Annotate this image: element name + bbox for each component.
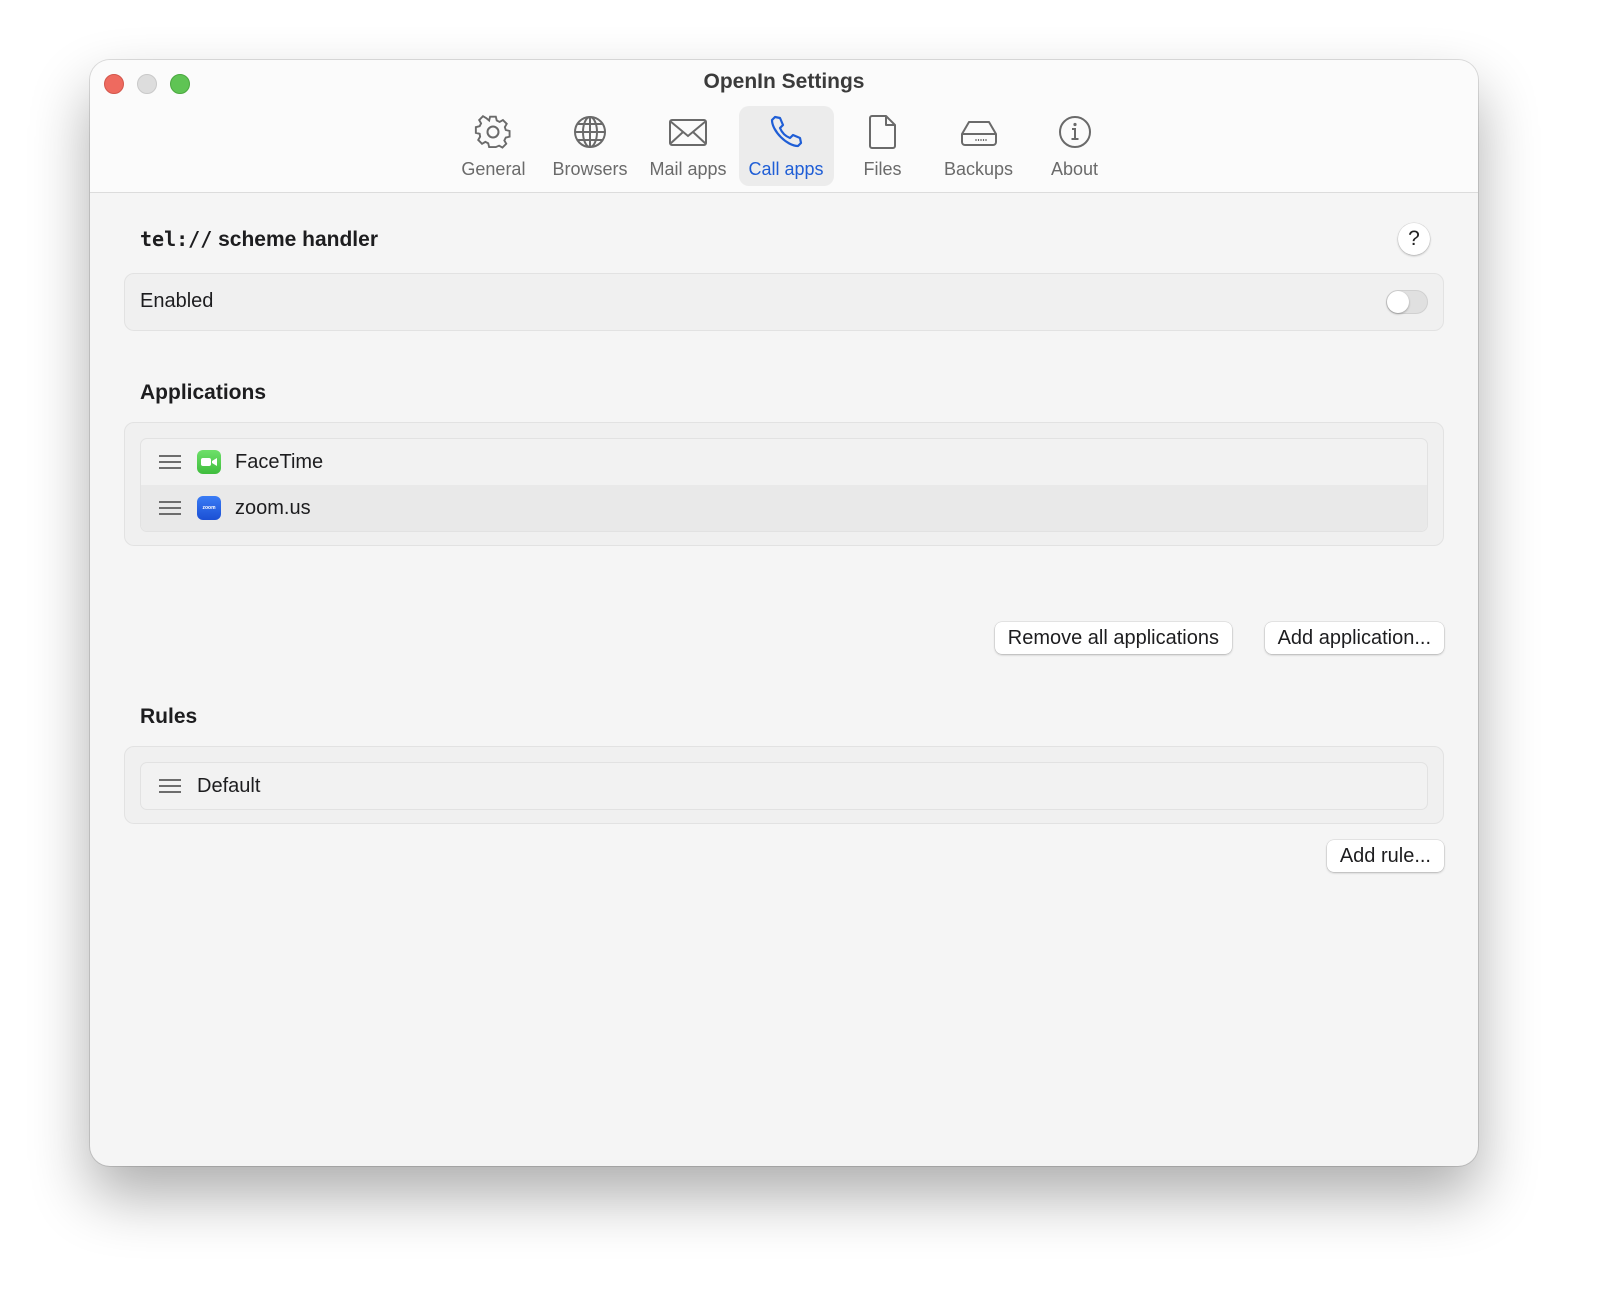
list-item[interactable]: zoom zoom.us	[141, 485, 1427, 531]
tab-backups[interactable]: Backups	[932, 106, 1026, 186]
tab-label: Call apps	[748, 159, 824, 179]
tab-general[interactable]: General	[446, 106, 540, 186]
tab-browsers[interactable]: Browsers	[542, 106, 637, 186]
tab-label: Backups	[944, 159, 1014, 179]
scheme-label: tel://	[140, 227, 213, 251]
tab-call-apps[interactable]: Call apps	[738, 106, 834, 186]
enabled-label: Enabled	[140, 290, 214, 312]
app-name: zoom.us	[235, 496, 311, 519]
list-item[interactable]: Default	[141, 763, 1427, 809]
rules-title: Rules	[140, 705, 198, 728]
applications-group: FaceTime zoom zoom.us	[124, 422, 1444, 546]
app-name: FaceTime	[235, 450, 324, 473]
tab-label: General	[461, 159, 526, 179]
rules-list: Default	[140, 762, 1428, 810]
handler-title: tel:// scheme handler	[140, 227, 378, 252]
call-apps-pane: tel:// scheme handler ? Enabled Applicat…	[90, 193, 1478, 1166]
zoom-icon: zoom	[197, 496, 221, 520]
drag-handle-icon[interactable]	[159, 779, 181, 793]
applications-list: FaceTime zoom zoom.us	[140, 438, 1428, 532]
tab-label: Files	[863, 159, 902, 179]
globe-icon	[570, 112, 610, 157]
help-button[interactable]: ?	[1398, 223, 1430, 255]
rules-group: Default	[124, 746, 1444, 824]
settings-tabs: General Browsers Mail apps Call apps Fil…	[90, 106, 1478, 186]
add-application-button[interactable]: Add application...	[1264, 622, 1444, 654]
remove-all-applications-button[interactable]: Remove all applications	[994, 622, 1232, 654]
enabled-group: Enabled	[124, 273, 1444, 331]
drag-handle-icon[interactable]	[159, 501, 181, 515]
settings-window: OpenIn Settings General Browsers Mail ap…	[90, 60, 1478, 1166]
tab-about[interactable]: About	[1028, 106, 1122, 186]
window-title: OpenIn Settings	[703, 70, 865, 93]
titlebar: OpenIn Settings General Browsers Mail ap…	[90, 60, 1478, 193]
phone-icon	[766, 112, 806, 157]
add-rule-button[interactable]: Add rule...	[1326, 840, 1444, 872]
tab-mail-apps[interactable]: Mail apps	[639, 106, 736, 186]
tab-files[interactable]: Files	[836, 106, 930, 186]
handler-title-suffix: scheme handler	[218, 228, 378, 251]
tab-label: Mail apps	[649, 159, 727, 179]
tab-label: Browsers	[552, 159, 628, 179]
gear-icon	[473, 112, 513, 157]
list-item[interactable]: FaceTime	[141, 439, 1427, 485]
facetime-icon	[197, 450, 221, 474]
envelope-icon	[668, 112, 708, 157]
tab-label: About	[1051, 159, 1099, 179]
enabled-toggle[interactable]	[1386, 290, 1428, 314]
toggle-knob	[1387, 291, 1409, 313]
applications-title: Applications	[140, 381, 267, 404]
drag-handle-icon[interactable]	[159, 455, 181, 469]
info-icon	[1055, 112, 1095, 157]
document-icon	[863, 112, 903, 157]
drive-icon	[959, 112, 999, 157]
rule-name: Default	[197, 774, 261, 797]
